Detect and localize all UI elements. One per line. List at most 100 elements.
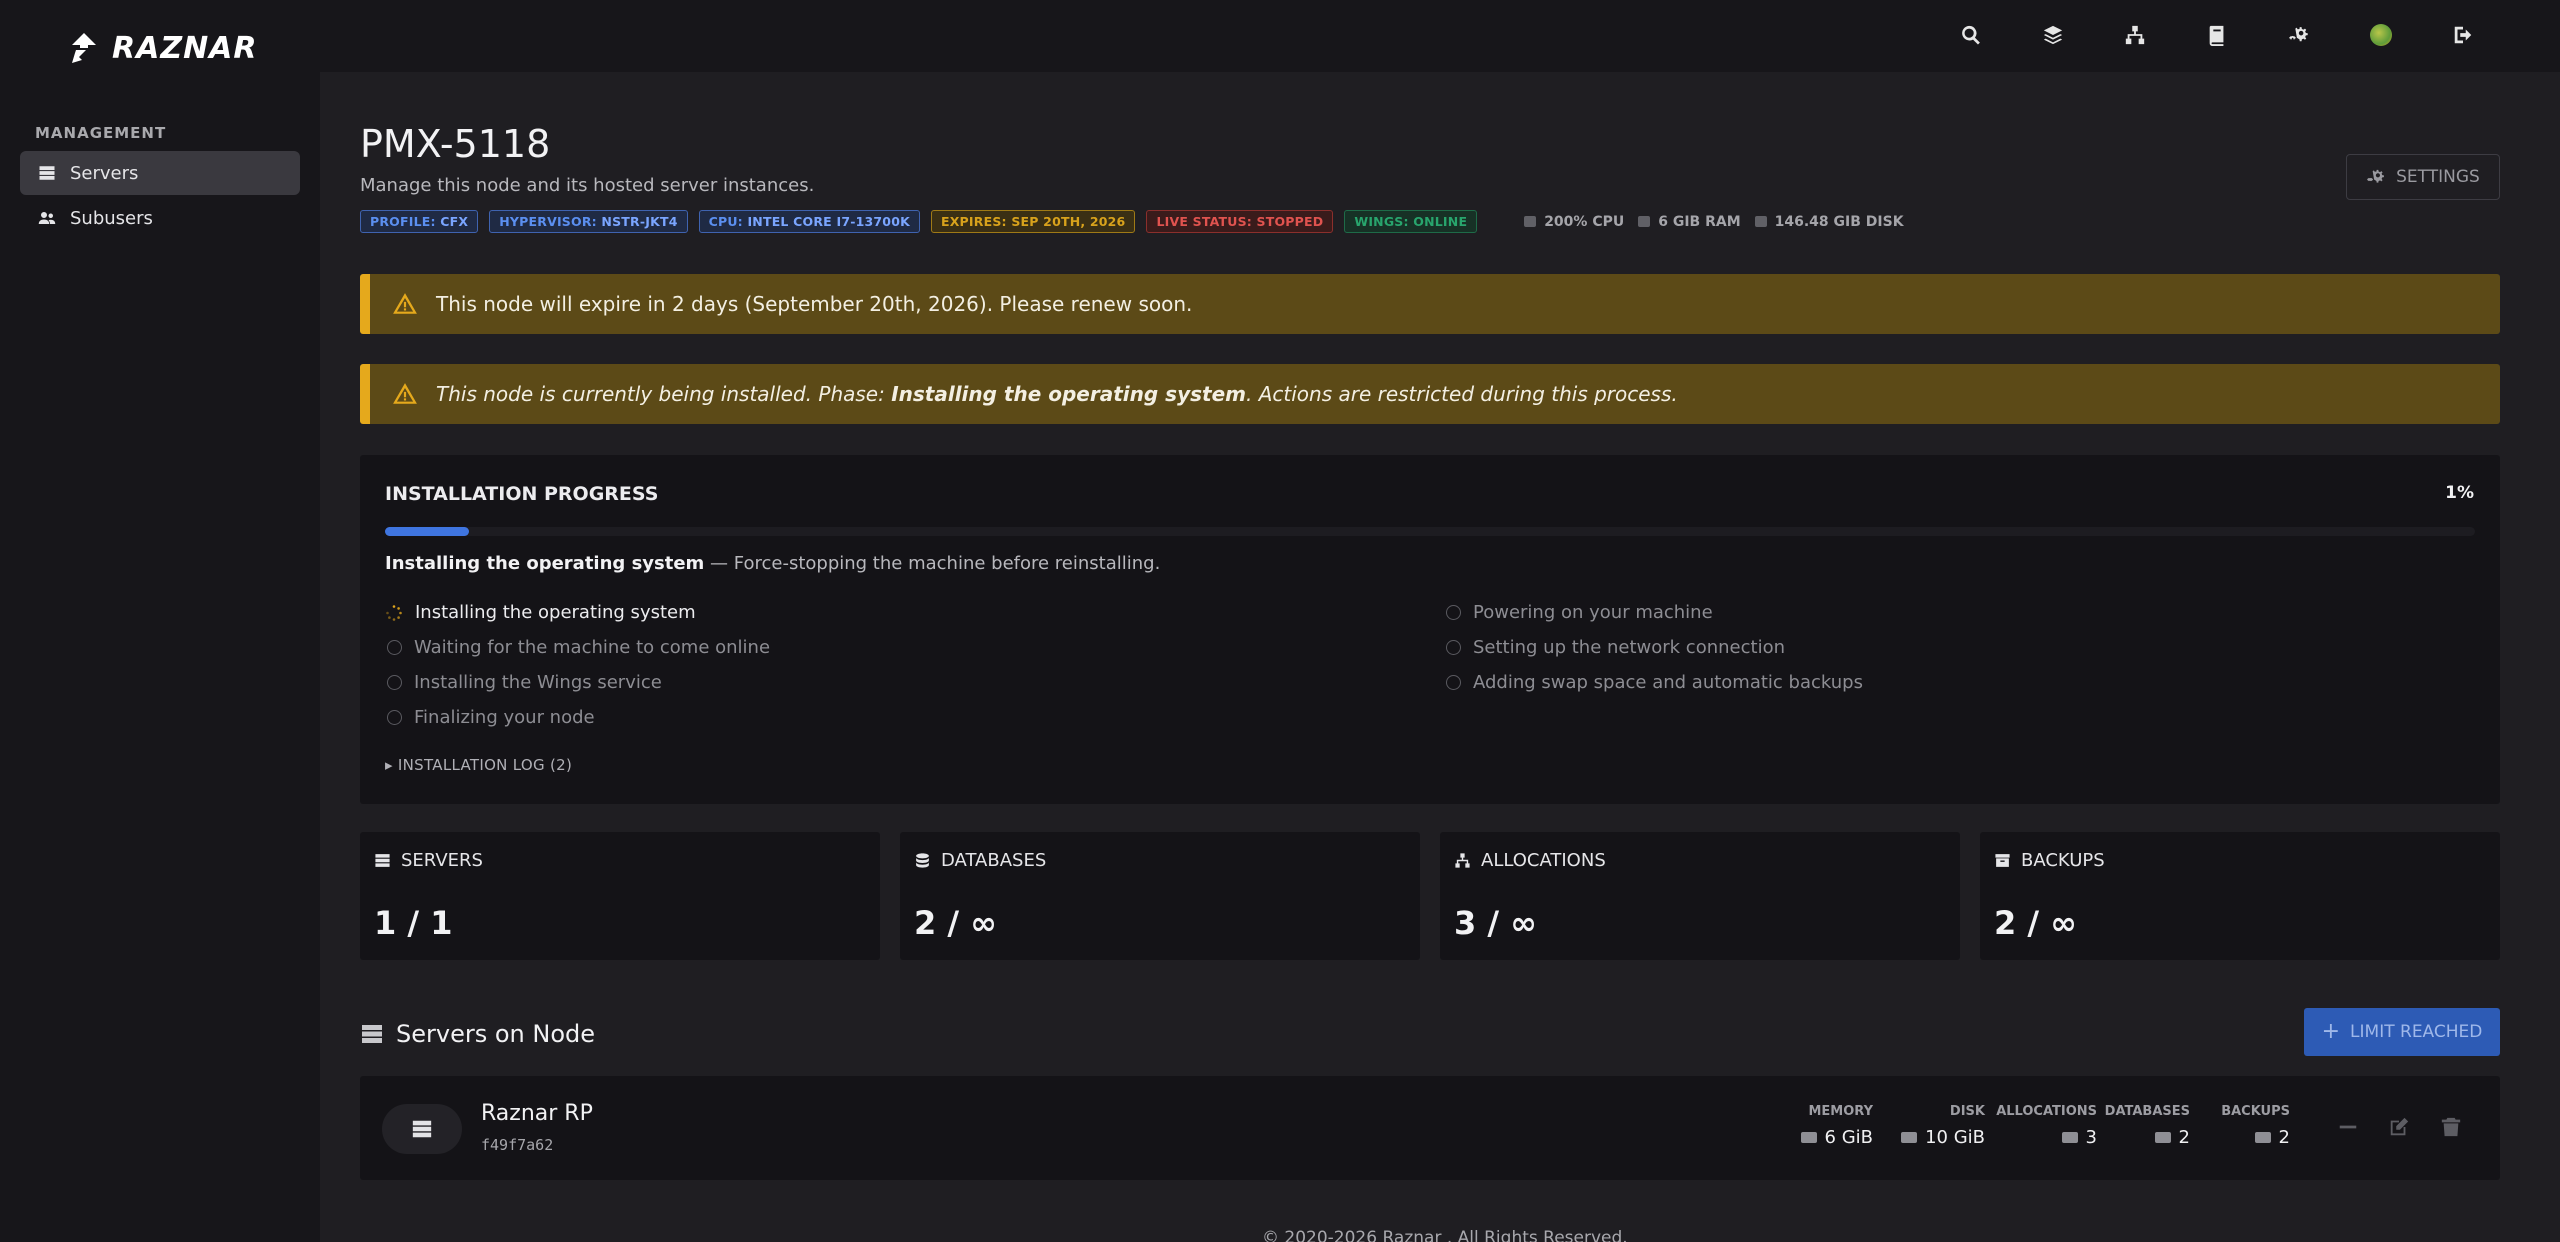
pending-circle-icon xyxy=(387,675,402,690)
hdd-icon xyxy=(1901,1132,1918,1143)
install-step: Adding swap space and automatic backups xyxy=(1446,672,1863,693)
cogs-icon[interactable] xyxy=(2258,14,2340,56)
ram-resource: 6 GIB RAM xyxy=(1638,214,1741,230)
stat-value: 2 / ∞ xyxy=(914,904,997,942)
node-badges: PROFILE: CFX HYPERVISOR: NSTR-JKT4 CPU: … xyxy=(360,210,1904,233)
page-subtitle: Manage this node and its hosted server i… xyxy=(360,175,815,196)
disk-resource: 146.48 GIB DISK xyxy=(1754,214,1904,230)
stat-card-databases: DATABASES 2 / ∞ xyxy=(900,832,1420,960)
disk-metric: DISK 10 GiB xyxy=(1901,1104,1985,1148)
cogs-icon xyxy=(2367,169,2385,183)
footer-copyright: © 2020-2026 Raznar . All Rights Reserved… xyxy=(1262,1228,1628,1242)
plus-icon: + xyxy=(2321,1019,2341,1044)
sidebar-item-label: Servers xyxy=(70,162,139,184)
stat-card-servers: SERVERS 1 / 1 xyxy=(360,832,880,960)
users-icon xyxy=(38,212,56,224)
hypervisor-badge: HYPERVISOR: NSTR-JKT4 xyxy=(489,210,688,233)
stat-value: 2 / ∞ xyxy=(1994,904,2077,942)
microchip-icon xyxy=(1524,215,1537,227)
pending-circle-icon xyxy=(1446,675,1461,690)
pending-circle-icon xyxy=(1446,605,1461,620)
cpu-resource: 200% CPU xyxy=(1524,214,1624,230)
server-icon xyxy=(375,854,390,867)
edit-icon[interactable] xyxy=(2388,1116,2412,1140)
installation-title: INSTALLATION PROGRESS xyxy=(385,483,659,505)
sitemap-icon xyxy=(1455,853,1470,868)
stat-label: SERVERS xyxy=(401,850,483,871)
settings-button[interactable]: SETTINGS xyxy=(2346,154,2500,200)
sidebar-heading: MANAGEMENT xyxy=(35,124,167,142)
backups-metric: BACKUPS 2 xyxy=(2221,1104,2290,1148)
book-icon[interactable] xyxy=(2176,14,2258,56)
trash-icon[interactable] xyxy=(2440,1116,2464,1140)
archive-icon xyxy=(1995,854,2010,867)
memory-icon xyxy=(1800,1132,1817,1143)
pending-circle-icon xyxy=(387,640,402,655)
stat-label: DATABASES xyxy=(941,850,1047,871)
brand-logo[interactable]: RAZNAR xyxy=(66,28,258,68)
pending-circle-icon xyxy=(1446,640,1461,655)
stat-label: ALLOCATIONS xyxy=(1481,850,1606,871)
databases-metric: DATABASES 2 xyxy=(2104,1104,2190,1148)
progress-fill xyxy=(385,527,469,536)
server-icon xyxy=(362,1025,382,1043)
sitemap-icon[interactable] xyxy=(2094,14,2176,56)
layers-icon[interactable] xyxy=(2012,14,2094,56)
sign-out-icon[interactable] xyxy=(2422,14,2504,56)
resource-summary: 200% CPU 6 GIB RAM 146.48 GIB DISK xyxy=(1524,214,1904,230)
stat-value: 3 / ∞ xyxy=(1454,904,1537,942)
stat-label: BACKUPS xyxy=(2021,850,2105,871)
install-step: Setting up the network connection xyxy=(1446,637,1785,658)
install-step: Waiting for the machine to come online xyxy=(387,637,770,658)
installing-alert: This node is currently being installed. … xyxy=(360,364,2500,424)
sidebar-item-label: Subusers xyxy=(70,207,153,229)
hdd-icon xyxy=(1754,215,1767,227)
installation-progress-panel: INSTALLATION PROGRESS 1% Installing the … xyxy=(360,455,2500,804)
database-icon xyxy=(916,853,929,868)
pending-circle-icon xyxy=(387,710,402,725)
server-icon xyxy=(39,166,55,180)
page-title: PMX-5118 xyxy=(360,122,551,166)
sidebar-item-servers[interactable]: Servers xyxy=(20,151,300,195)
stat-value: 1 / 1 xyxy=(374,904,453,942)
settings-label: SETTINGS xyxy=(2396,167,2480,187)
search-icon[interactable] xyxy=(1930,14,2012,56)
expire-alert-text: This node will expire in 2 days (Septemb… xyxy=(436,292,1193,316)
sidebar-item-subusers[interactable]: Subusers xyxy=(20,196,300,240)
server-icon xyxy=(382,1104,462,1154)
installation-percent: 1% xyxy=(2445,483,2474,503)
servers-section-title: Servers on Node xyxy=(360,1020,595,1048)
sidebar: MANAGEMENT Servers Subusers xyxy=(0,72,320,1242)
expires-badge: EXPIRES: SEP 20TH, 2026 xyxy=(930,210,1136,233)
memory-metric: MEMORY 6 GiB xyxy=(1800,1104,1873,1148)
current-phase: Installing the operating system — Force-… xyxy=(385,553,1161,574)
spinner-icon xyxy=(386,604,402,621)
server-id: f49f7a62 xyxy=(481,1136,554,1154)
installing-alert-text: This node is currently being installed. … xyxy=(436,382,1678,406)
archive-icon xyxy=(2254,1132,2271,1143)
raznar-logo-icon xyxy=(72,33,96,63)
limit-reached-button[interactable]: + LIMIT REACHED xyxy=(2304,1008,2500,1056)
warning-icon xyxy=(393,293,417,314)
server-name[interactable]: Raznar RP xyxy=(481,1101,593,1126)
wings-badge: WINGS: ONLINE xyxy=(1344,210,1478,233)
profile-badge: PROFILE: CFX xyxy=(360,210,479,233)
allocations-metric: ALLOCATIONS 3 xyxy=(1996,1104,2097,1148)
avatar[interactable] xyxy=(2340,14,2422,56)
server-row[interactable]: Raznar RP f49f7a62 MEMORY 6 GiB DISK 10 … xyxy=(360,1076,2500,1180)
cpu-badge: CPU: INTEL CORE I7-13700K xyxy=(698,210,920,233)
install-step: Finalizing your node xyxy=(387,707,595,728)
live-status-badge: LIVE STATUS: STOPPED xyxy=(1146,210,1334,233)
installation-log-toggle[interactable]: ▸ INSTALLATION LOG (2) xyxy=(385,756,572,774)
top-bar: RAZNAR xyxy=(0,0,2560,72)
memory-icon xyxy=(1638,215,1651,227)
brand-name: RAZNAR xyxy=(112,30,258,66)
stat-card-backups: BACKUPS 2 / ∞ xyxy=(1980,832,2500,960)
install-step: Powering on your machine xyxy=(1446,602,1713,623)
installation-progress-bar xyxy=(385,527,2475,536)
install-step: Installing the operating system xyxy=(385,602,696,623)
stat-card-allocations: ALLOCATIONS 3 / ∞ xyxy=(1440,832,1960,960)
sitemap-icon xyxy=(2061,1132,2078,1143)
minus-icon[interactable] xyxy=(2337,1116,2361,1140)
expire-alert: This node will expire in 2 days (Septemb… xyxy=(360,274,2500,334)
